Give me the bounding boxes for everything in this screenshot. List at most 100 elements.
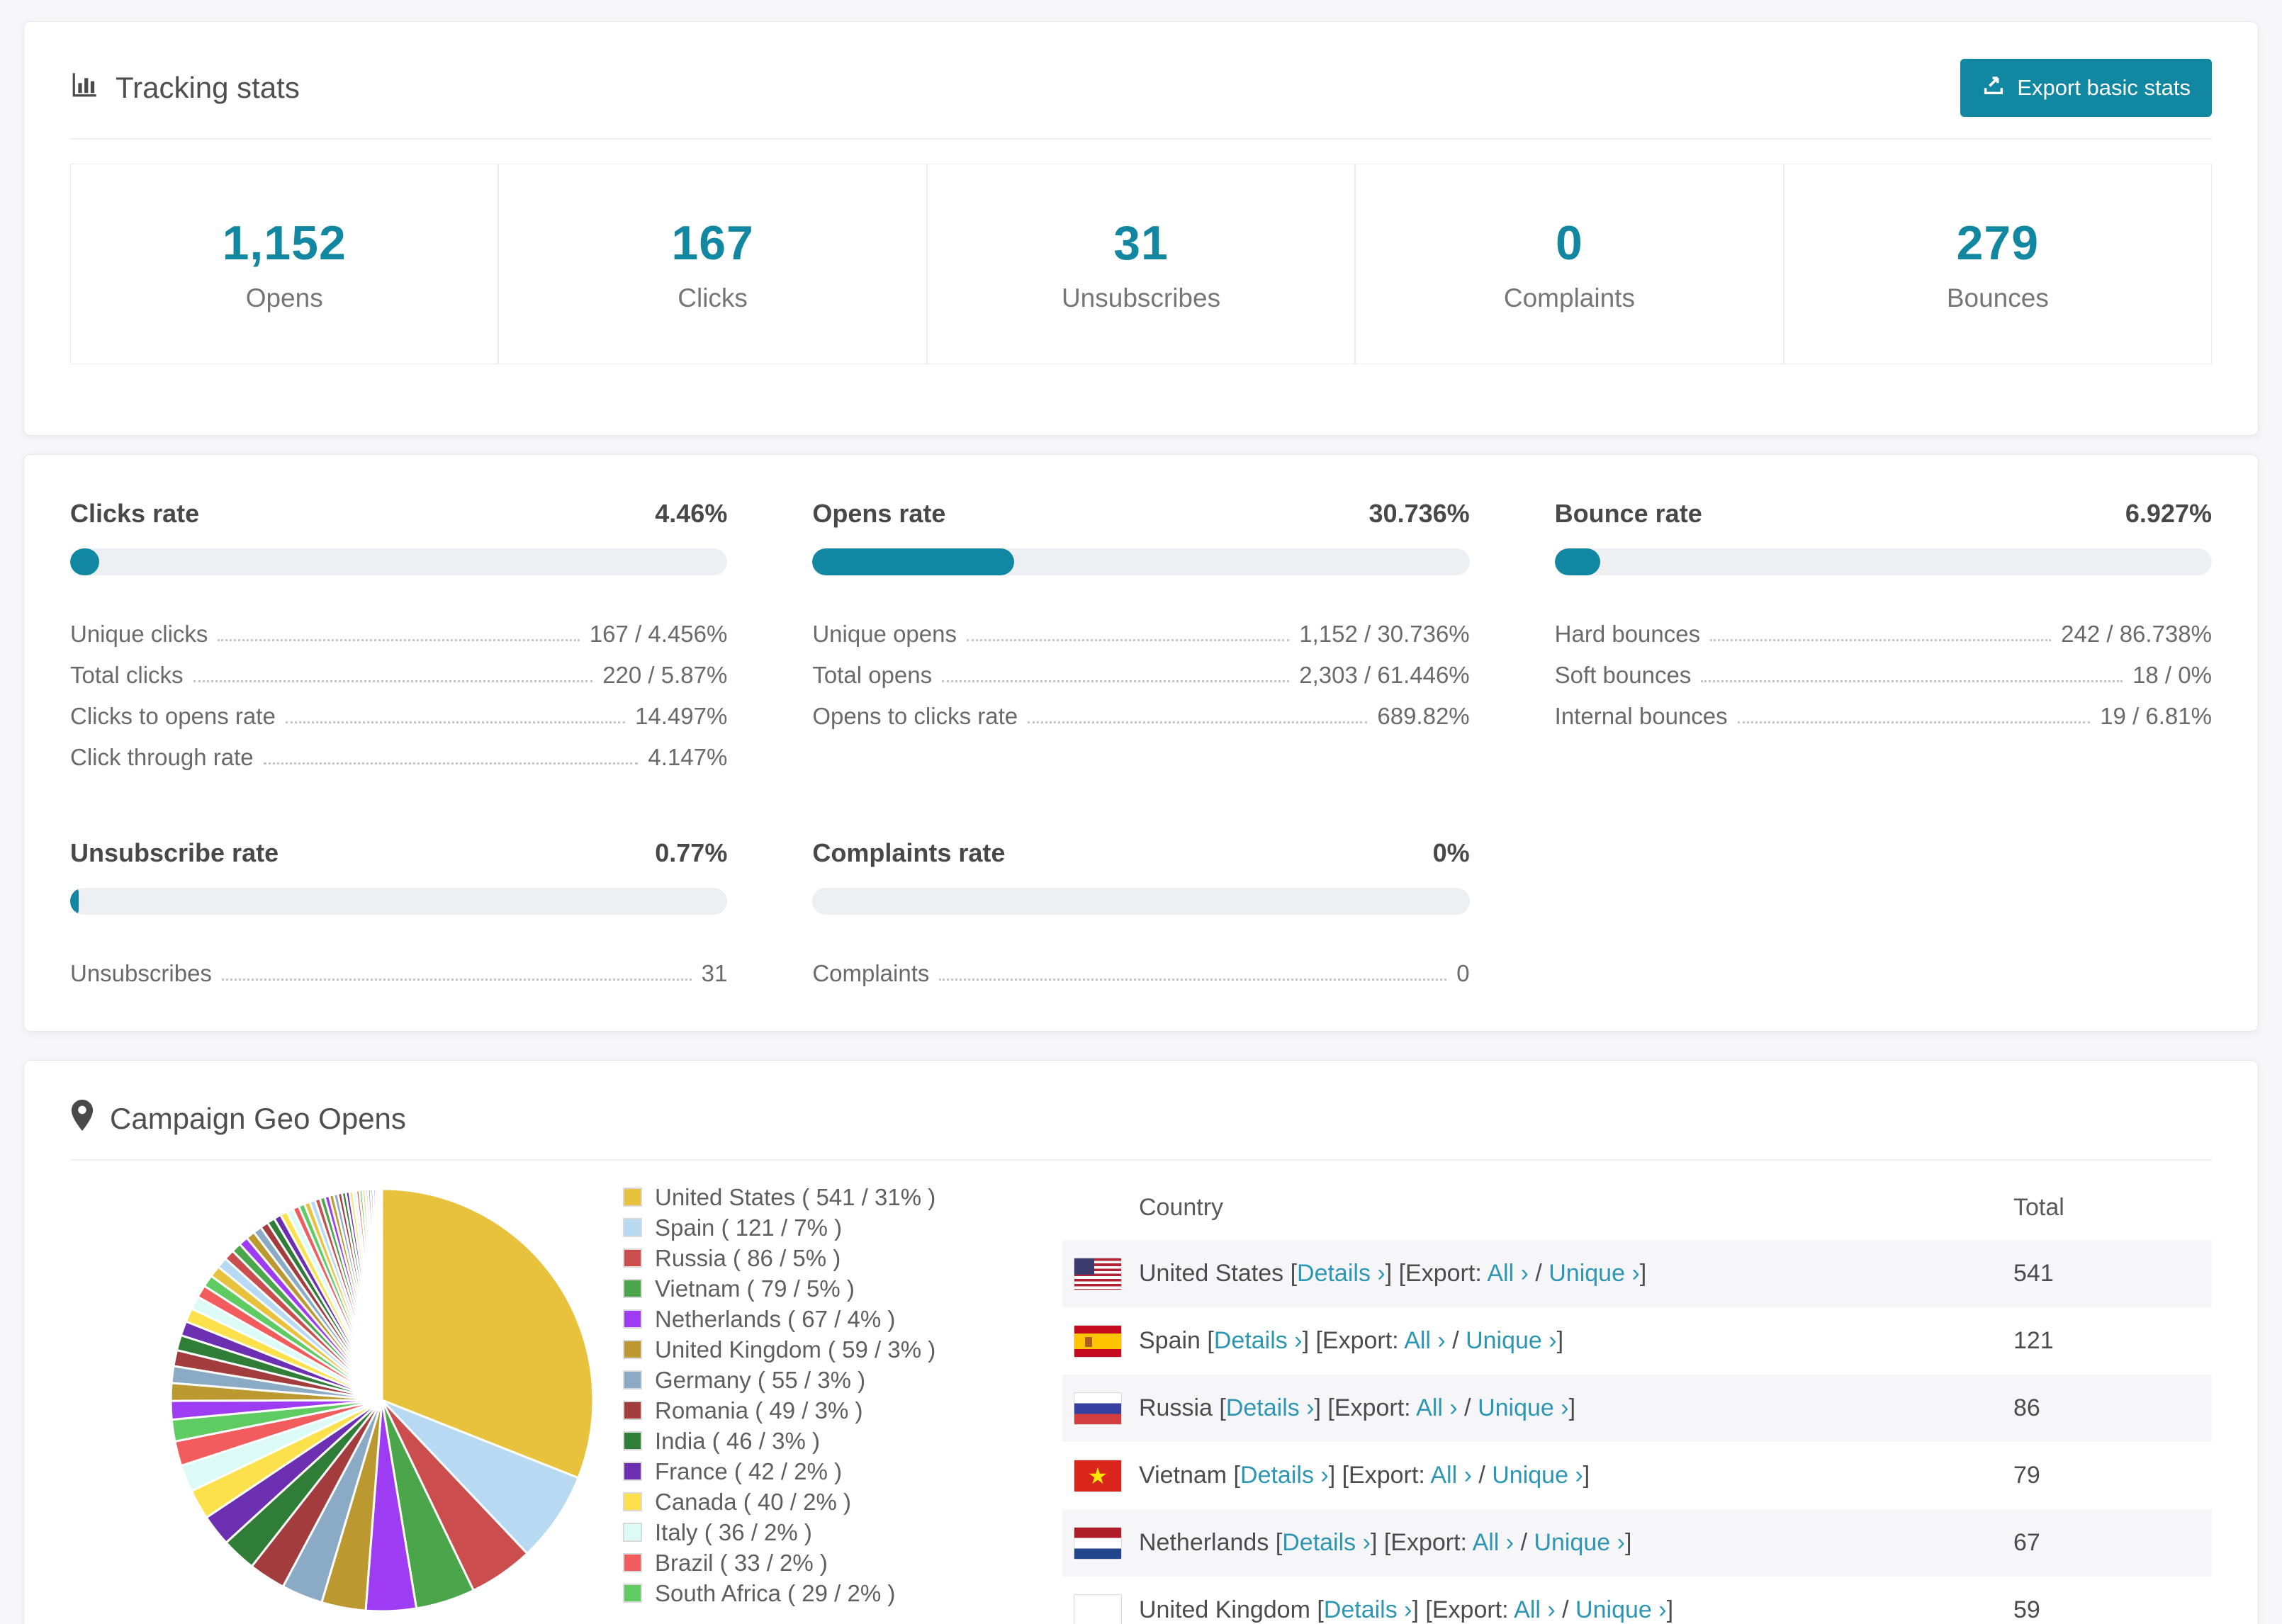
export-unique-link[interactable]: Unique › bbox=[1534, 1529, 1625, 1556]
rate-value: 30.736% bbox=[1368, 499, 1470, 528]
country-cell: Netherlands [Details ›] [Export: All › /… bbox=[1062, 1526, 2013, 1560]
legend-swatch bbox=[623, 1309, 642, 1329]
rate-detail-value: 19 / 6.81% bbox=[2100, 703, 2212, 729]
rate-detail-value: 242 / 86.738% bbox=[2061, 621, 2212, 647]
rate-detail-row: Unique opens 1,152 / 30.736% bbox=[812, 607, 1469, 648]
country-text: United States [ bbox=[1139, 1260, 1298, 1287]
country-cell: Russia [Details ›] [Export: All › / Uniq… bbox=[1062, 1392, 2013, 1425]
country-links: Vietnam [Details ›] [Export: All › / Uni… bbox=[1139, 1462, 1590, 1489]
country-text: Spain [ bbox=[1139, 1327, 1214, 1354]
dotted-leader bbox=[942, 680, 1290, 682]
dotted-leader bbox=[1028, 721, 1368, 723]
details-link[interactable]: Details › bbox=[1282, 1529, 1371, 1556]
country-cell: Spain [Details ›] [Export: All › / Uniqu… bbox=[1062, 1324, 2013, 1358]
total-column-header: Total bbox=[2013, 1193, 2064, 1221]
country-text: ] bbox=[1666, 1596, 1674, 1623]
legend-swatch bbox=[623, 1188, 642, 1207]
rate-title: Complaints rate bbox=[812, 838, 1006, 867]
export-unique-link[interactable]: Unique › bbox=[1478, 1394, 1569, 1421]
summary-stat-value: 279 bbox=[1956, 215, 2040, 270]
legend-label: South Africa ( 29 / 2% ) bbox=[655, 1579, 896, 1606]
bar-chart-icon bbox=[70, 69, 100, 106]
export-basic-stats-button[interactable]: Export basic stats bbox=[1960, 59, 2212, 117]
details-link[interactable]: Details › bbox=[1297, 1260, 1386, 1287]
legend-label: France ( 42 / 2% ) bbox=[655, 1457, 843, 1484]
summary-stat-value: 167 bbox=[671, 215, 754, 270]
details-link[interactable]: Details › bbox=[1226, 1394, 1315, 1421]
rate-detail-row: Soft bounces 18 / 0% bbox=[1555, 648, 2212, 689]
summary-stat-label: Complaints bbox=[1503, 283, 1635, 312]
rate-detail-value: 1,152 / 30.736% bbox=[1299, 621, 1470, 647]
rate-detail-label: Internal bounces bbox=[1554, 703, 1728, 729]
rate-detail-label: Click through rate bbox=[70, 744, 254, 770]
legend-swatch bbox=[623, 1431, 642, 1450]
country-links: United Kingdom [Details ›] [Export: All … bbox=[1139, 1596, 1673, 1624]
export-unique-link[interactable]: Unique › bbox=[1575, 1596, 1667, 1623]
legend-swatch bbox=[623, 1340, 642, 1359]
rate-detail-value: 689.82% bbox=[1377, 703, 1470, 729]
summary-stat-label: Clicks bbox=[678, 283, 748, 312]
summary-stat-box: 31 Unsubscribes bbox=[926, 164, 1356, 364]
tracking-stats-title-text: Tracking stats bbox=[116, 71, 300, 104]
export-unique-link[interactable]: Unique › bbox=[1492, 1462, 1583, 1489]
legend-swatch bbox=[623, 1370, 642, 1389]
summary-stat-label: Unsubscribes bbox=[1061, 283, 1221, 312]
rate-panel-header: Unsubscribe rate 0.77% bbox=[70, 838, 727, 868]
country-text: Netherlands [ bbox=[1139, 1529, 1283, 1556]
rate-detail-row: Unsubscribes 31 bbox=[70, 946, 727, 987]
geo-content: United States ( 541 / 31% ) Spain ( 121 /… bbox=[70, 1161, 2212, 1624]
summary-stat-box: 167 Clicks bbox=[498, 164, 927, 364]
rate-detail-rows: Complaints 0 bbox=[812, 946, 1469, 987]
rate-detail-row: Complaints 0 bbox=[812, 946, 1469, 987]
nl-flag-icon bbox=[1074, 1526, 1122, 1560]
country-text: / bbox=[1471, 1462, 1493, 1489]
export-all-link[interactable]: All › bbox=[1514, 1596, 1556, 1623]
legend-item: Brazil ( 33 / 2% ) bbox=[623, 1547, 1062, 1578]
country-text: ] bbox=[1556, 1327, 1564, 1354]
summary-stat-label: Opens bbox=[245, 283, 323, 312]
country-text: / bbox=[1514, 1529, 1534, 1556]
header-divider bbox=[70, 138, 2212, 140]
legend-swatch bbox=[623, 1279, 642, 1298]
progress-bar-fill bbox=[70, 548, 100, 575]
details-link[interactable]: Details › bbox=[1240, 1462, 1329, 1489]
legend-item: United Kingdom ( 59 / 3% ) bbox=[623, 1334, 1062, 1365]
summary-stat-value: 0 bbox=[1556, 215, 1583, 270]
ru-flag-icon bbox=[1074, 1392, 1122, 1425]
table-row: United States [Details ›] [Export: All ›… bbox=[1062, 1240, 2212, 1307]
export-all-link[interactable]: All › bbox=[1487, 1260, 1529, 1287]
details-link[interactable]: Details › bbox=[1214, 1327, 1303, 1354]
pie-legend: United States ( 541 / 31% ) Spain ( 121 /… bbox=[623, 1172, 1062, 1624]
country-text: ] bbox=[1624, 1529, 1632, 1556]
export-all-link[interactable]: All › bbox=[1404, 1327, 1446, 1354]
dotted-leader bbox=[285, 721, 626, 723]
us-flag-icon bbox=[1074, 1257, 1122, 1290]
tracking-stats-card: Tracking stats Export basic stats 1,152 O… bbox=[23, 21, 2259, 436]
legend-item: United States ( 541 / 31% ) bbox=[623, 1182, 1062, 1212]
rate-detail-value: 167 / 4.456% bbox=[589, 621, 728, 647]
country-cell-td: Russia [Details ›] [Export: All › / Uniq… bbox=[1062, 1375, 2013, 1442]
country-text: / bbox=[1528, 1260, 1549, 1287]
country-cell-td: ★ Vietnam [Details ›] [Export: All › / Un… bbox=[1062, 1442, 2013, 1509]
country-text: ] bbox=[1568, 1394, 1576, 1421]
export-all-link[interactable]: All › bbox=[1416, 1394, 1458, 1421]
export-unique-link[interactable]: Unique › bbox=[1548, 1260, 1640, 1287]
export-all-link[interactable]: All › bbox=[1473, 1529, 1514, 1556]
legend-item: Italy ( 36 / 2% ) bbox=[623, 1517, 1062, 1547]
rate-detail-label: Unique clicks bbox=[70, 621, 208, 647]
legend-swatch bbox=[623, 1462, 642, 1481]
rate-detail-value: 31 bbox=[701, 960, 728, 986]
rate-value: 4.46% bbox=[655, 499, 728, 528]
export-all-link[interactable]: All › bbox=[1430, 1462, 1472, 1489]
rate-detail-row: Total clicks 220 / 5.87% bbox=[70, 648, 727, 689]
export-unique-link[interactable]: Unique › bbox=[1466, 1327, 1557, 1354]
country-cell: United Kingdom [Details ›] [Export: All … bbox=[1062, 1594, 2013, 1624]
rates-card: Clicks rate 4.46% Unique clicks 167 / 4.456… bbox=[23, 454, 2259, 1032]
rate-title: Opens rate bbox=[812, 499, 946, 528]
country-links: Netherlands [Details ›] [Export: All › /… bbox=[1139, 1529, 1631, 1557]
legend-label: Spain ( 121 / 7% ) bbox=[655, 1214, 843, 1241]
rate-title: Clicks rate bbox=[70, 499, 200, 528]
table-row: Spain [Details ›] [Export: All › / Uniqu… bbox=[1062, 1307, 2212, 1375]
geo-table: Country Total United States [Details ›] … bbox=[1062, 1175, 2212, 1624]
details-link[interactable]: Details › bbox=[1324, 1596, 1412, 1623]
